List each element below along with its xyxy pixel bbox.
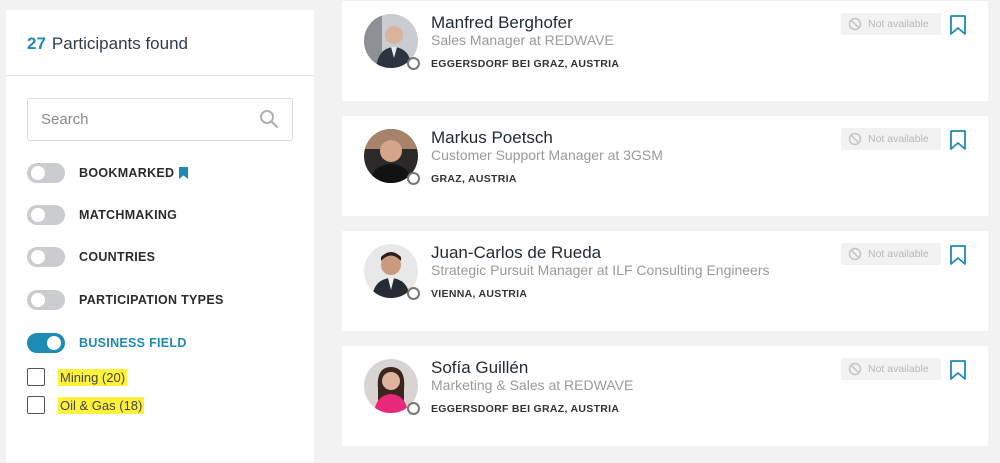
option-label-oil-gas: Oil & Gas (18) bbox=[58, 396, 145, 414]
bookmark-icon[interactable] bbox=[950, 245, 966, 265]
participant-location: GRAZ, AUSTRIA bbox=[431, 173, 517, 185]
option-label-mining: Mining (20) bbox=[58, 368, 128, 386]
status-indicator bbox=[407, 402, 420, 415]
search-box bbox=[27, 98, 293, 141]
participant-card[interactable]: Markus Poetsch Customer Support Manager … bbox=[342, 116, 988, 216]
participant-location: VIENNA, AUSTRIA bbox=[431, 288, 528, 300]
ban-icon bbox=[848, 132, 862, 146]
participant-name[interactable]: Manfred Berghofer bbox=[431, 13, 573, 33]
status-indicator bbox=[407, 57, 420, 70]
filter-label-bookmarked: BOOKMARKED bbox=[79, 166, 175, 180]
participant-name[interactable]: Juan-Carlos de Rueda bbox=[431, 243, 601, 263]
filter-bookmarked: BOOKMARKED bbox=[27, 162, 189, 184]
participant-card[interactable]: Sofía Guillén Marketing & Sales at REDWA… bbox=[342, 346, 988, 446]
filter-label-participation-types: PARTICIPATION TYPES bbox=[79, 293, 224, 307]
filter-sidebar: 27 Participants found BOOKMARKED MATCHMAK… bbox=[6, 10, 314, 462]
participant-role: Customer Support Manager at 3GSM bbox=[431, 147, 663, 163]
ban-icon bbox=[848, 17, 862, 31]
availability-badge: Not available bbox=[841, 128, 941, 150]
availability-label: Not available bbox=[868, 363, 929, 375]
participation-types-toggle[interactable] bbox=[27, 290, 65, 310]
participant-location: EGGERSDORF BEI GRAZ, AUSTRIA bbox=[431, 403, 620, 415]
search-input[interactable] bbox=[28, 99, 258, 140]
bookmark-icon[interactable] bbox=[950, 360, 966, 380]
status-indicator bbox=[407, 172, 420, 185]
results-count-header: 27 Participants found bbox=[6, 10, 314, 76]
avatar-wrapper bbox=[364, 359, 420, 415]
filter-participation-types: PARTICIPATION TYPES bbox=[27, 289, 224, 311]
search-icon[interactable] bbox=[259, 109, 279, 129]
avatar-wrapper bbox=[364, 129, 420, 185]
participant-location: EGGERSDORF BEI GRAZ, AUSTRIA bbox=[431, 58, 620, 70]
avatar-wrapper bbox=[364, 244, 420, 300]
bookmarked-toggle[interactable] bbox=[27, 163, 65, 183]
filter-matchmaking: MATCHMAKING bbox=[27, 204, 177, 226]
participants-count-label: Participants found bbox=[51, 34, 189, 53]
participant-name[interactable]: Sofía Guillén bbox=[431, 358, 528, 378]
availability-label: Not available bbox=[868, 18, 929, 30]
bookmark-icon[interactable] bbox=[950, 15, 966, 35]
oil-gas-checkbox[interactable] bbox=[27, 396, 45, 414]
availability-label: Not available bbox=[868, 248, 929, 260]
participant-card[interactable]: Manfred Berghofer Sales Manager at REDWA… bbox=[342, 1, 988, 101]
business-field-toggle[interactable] bbox=[27, 333, 65, 353]
participant-card[interactable]: Juan-Carlos de Rueda Strategic Pursuit M… bbox=[342, 231, 988, 331]
availability-badge: Not available bbox=[841, 358, 941, 380]
availability-label: Not available bbox=[868, 133, 929, 145]
participant-name[interactable]: Markus Poetsch bbox=[431, 128, 553, 148]
bookmark-icon bbox=[179, 167, 189, 179]
participant-role: Strategic Pursuit Manager at ILF Consult… bbox=[431, 262, 770, 278]
filter-label-matchmaking: MATCHMAKING bbox=[79, 208, 178, 222]
filter-countries: COUNTRIES bbox=[27, 246, 155, 268]
matchmaking-toggle[interactable] bbox=[27, 205, 65, 225]
availability-badge: Not available bbox=[841, 13, 941, 35]
option-oil-gas: Oil & Gas (18) bbox=[27, 395, 145, 415]
avatar-wrapper bbox=[364, 14, 420, 70]
bookmark-icon[interactable] bbox=[950, 130, 966, 150]
option-mining: Mining (20) bbox=[27, 367, 128, 387]
status-indicator bbox=[407, 287, 420, 300]
ban-icon bbox=[848, 362, 862, 376]
filter-business-field: BUSINESS FIELD bbox=[27, 332, 187, 354]
filter-label-business-field: BUSINESS FIELD bbox=[79, 336, 187, 350]
participants-count: 27 bbox=[27, 34, 46, 53]
filter-label-countries: COUNTRIES bbox=[79, 250, 156, 264]
participant-role: Sales Manager at REDWAVE bbox=[431, 32, 614, 48]
countries-toggle[interactable] bbox=[27, 247, 65, 267]
participant-role: Marketing & Sales at REDWAVE bbox=[431, 377, 634, 393]
ban-icon bbox=[848, 247, 862, 261]
mining-checkbox[interactable] bbox=[27, 368, 45, 386]
availability-badge: Not available bbox=[841, 243, 941, 265]
